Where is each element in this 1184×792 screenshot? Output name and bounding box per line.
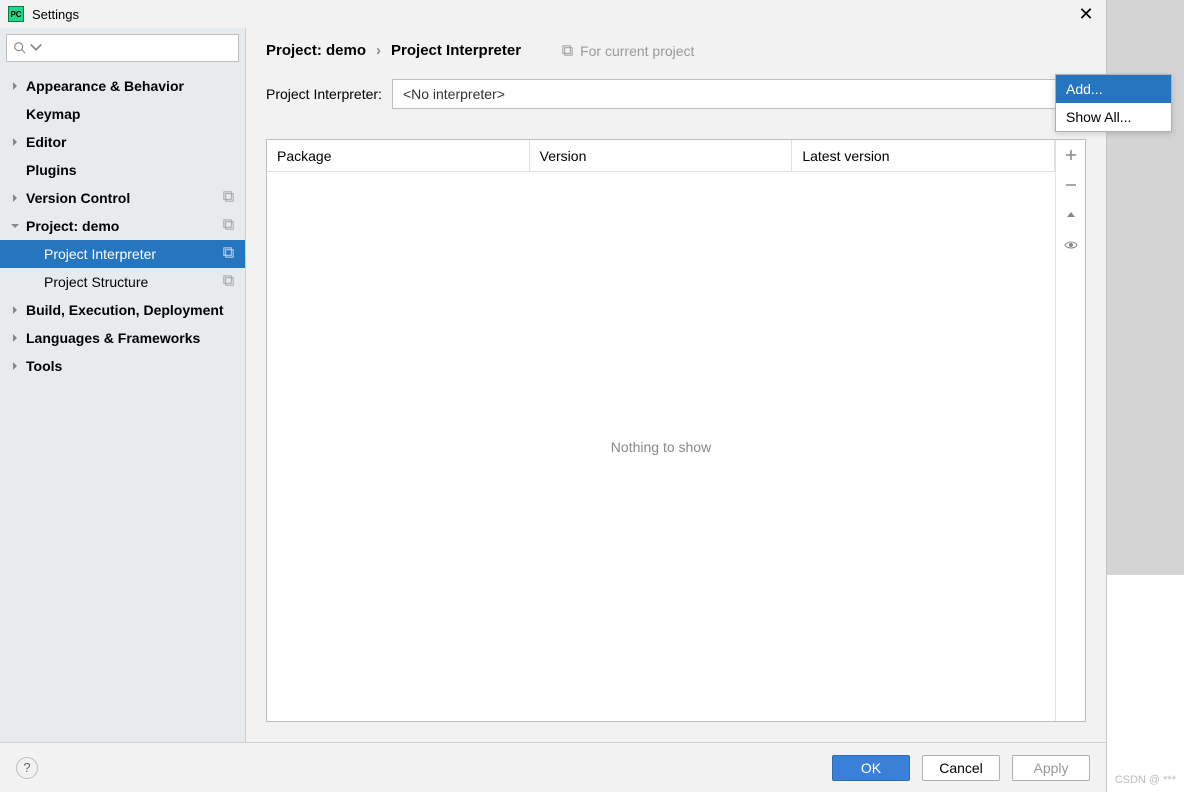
settings-tree: Appearance & Behavior Keymap Editor Plugins… bbox=[0, 68, 245, 742]
chevron-right-icon bbox=[8, 79, 22, 93]
chevron-right-icon bbox=[8, 135, 22, 149]
dialog-footer: ? OK Cancel Apply bbox=[0, 742, 1106, 792]
tree-item-label: Plugins bbox=[26, 162, 77, 178]
help-icon: ? bbox=[23, 760, 30, 775]
tree-item-label: Appearance & Behavior bbox=[26, 78, 184, 94]
column-package[interactable]: Package bbox=[267, 140, 530, 171]
upgrade-package-button[interactable] bbox=[1056, 200, 1086, 230]
main-panel: Project: demo › Project Interpreter For … bbox=[246, 28, 1106, 742]
interpreter-gear-menu: Add... Show All... bbox=[1055, 74, 1172, 132]
tree-item-label: Project Interpreter bbox=[44, 246, 156, 262]
breadcrumb: Project: demo › Project Interpreter For … bbox=[266, 42, 1086, 59]
packages-header: Package Version Latest version bbox=[267, 140, 1055, 172]
tree-item[interactable]: Version Control bbox=[0, 184, 245, 212]
triangle-up-icon bbox=[1064, 208, 1078, 222]
tree-item-label: Editor bbox=[26, 134, 66, 150]
interpreter-dropdown[interactable]: <No interpreter> ▾ bbox=[392, 79, 1086, 109]
chevron-down-icon bbox=[8, 219, 22, 233]
help-button[interactable]: ? bbox=[16, 757, 38, 779]
search-icon bbox=[13, 41, 27, 55]
tree-item[interactable]: Project: demo bbox=[0, 212, 245, 240]
tree-item[interactable]: Plugins bbox=[0, 156, 245, 184]
packages-table: Package Version Latest version Nothing t… bbox=[267, 140, 1055, 721]
tree-item-label: Project Structure bbox=[44, 274, 148, 290]
tree-item-label: Project: demo bbox=[26, 218, 119, 234]
tree-item-label: Keymap bbox=[26, 106, 80, 122]
search-input[interactable] bbox=[6, 34, 239, 62]
breadcrumb-project: Project: demo bbox=[266, 42, 366, 59]
menu-item-add[interactable]: Add... bbox=[1056, 75, 1171, 103]
show-early-releases-button[interactable] bbox=[1056, 230, 1086, 260]
copy-icon bbox=[222, 246, 235, 262]
copy-icon bbox=[222, 274, 235, 290]
packages-area: Package Version Latest version Nothing t… bbox=[266, 139, 1086, 722]
tree-item[interactable]: Editor bbox=[0, 128, 245, 156]
plus-icon bbox=[1064, 148, 1078, 162]
chevron-right-icon bbox=[8, 331, 22, 345]
tree-item[interactable]: Appearance & Behavior bbox=[0, 72, 245, 100]
hint-text: For current project bbox=[580, 43, 694, 59]
copy-icon bbox=[222, 218, 235, 234]
tree-item[interactable]: Project Interpreter bbox=[0, 240, 245, 268]
minus-icon bbox=[1064, 178, 1078, 192]
column-latest[interactable]: Latest version bbox=[792, 140, 1055, 171]
interpreter-label: Project Interpreter: bbox=[266, 86, 382, 102]
tree-item-label: Build, Execution, Deployment bbox=[26, 302, 224, 318]
chevron-right-icon bbox=[8, 191, 22, 205]
window-title: Settings bbox=[32, 7, 1074, 22]
close-button[interactable]: ✕ bbox=[1074, 4, 1098, 25]
cancel-button[interactable]: Cancel bbox=[922, 755, 1000, 781]
settings-sidebar: Appearance & Behavior Keymap Editor Plugins… bbox=[0, 28, 246, 742]
dropdown-icon bbox=[29, 41, 43, 55]
packages-toolbar bbox=[1055, 140, 1085, 721]
tree-item[interactable]: Keymap bbox=[0, 100, 245, 128]
tree-item-label: Languages & Frameworks bbox=[26, 330, 200, 346]
copy-icon bbox=[222, 190, 235, 206]
interpreter-row: Project Interpreter: <No interpreter> ▾ bbox=[266, 79, 1086, 109]
breadcrumb-separator: › bbox=[376, 42, 381, 59]
eye-icon bbox=[1064, 238, 1078, 252]
tree-item[interactable]: Languages & Frameworks bbox=[0, 324, 245, 352]
copy-icon bbox=[561, 44, 574, 57]
menu-item-show-all[interactable]: Show All... bbox=[1056, 103, 1171, 131]
tree-item[interactable]: Tools bbox=[0, 352, 245, 380]
close-icon: ✕ bbox=[1078, 4, 1093, 24]
watermark: CSDN @ *** bbox=[1115, 774, 1176, 786]
tree-item[interactable]: Build, Execution, Deployment bbox=[0, 296, 245, 324]
column-version[interactable]: Version bbox=[530, 140, 793, 171]
breadcrumb-page: Project Interpreter bbox=[391, 42, 521, 59]
tree-item-label: Version Control bbox=[26, 190, 130, 206]
chevron-right-icon bbox=[8, 359, 22, 373]
pycharm-icon: PC bbox=[8, 6, 24, 22]
tree-item-label: Tools bbox=[26, 358, 62, 374]
tree-item[interactable]: Project Structure bbox=[0, 268, 245, 296]
remove-package-button[interactable] bbox=[1056, 170, 1086, 200]
add-package-button[interactable] bbox=[1056, 140, 1086, 170]
titlebar: PC Settings ✕ bbox=[0, 0, 1106, 28]
settings-dialog: PC Settings ✕ Appearance & Behavior Keyma… bbox=[0, 0, 1107, 792]
interpreter-value: <No interpreter> bbox=[403, 86, 505, 102]
apply-button[interactable]: Apply bbox=[1012, 755, 1090, 781]
ok-button[interactable]: OK bbox=[832, 755, 910, 781]
current-project-hint: For current project bbox=[561, 43, 694, 59]
packages-empty: Nothing to show bbox=[267, 172, 1055, 721]
chevron-right-icon bbox=[8, 303, 22, 317]
